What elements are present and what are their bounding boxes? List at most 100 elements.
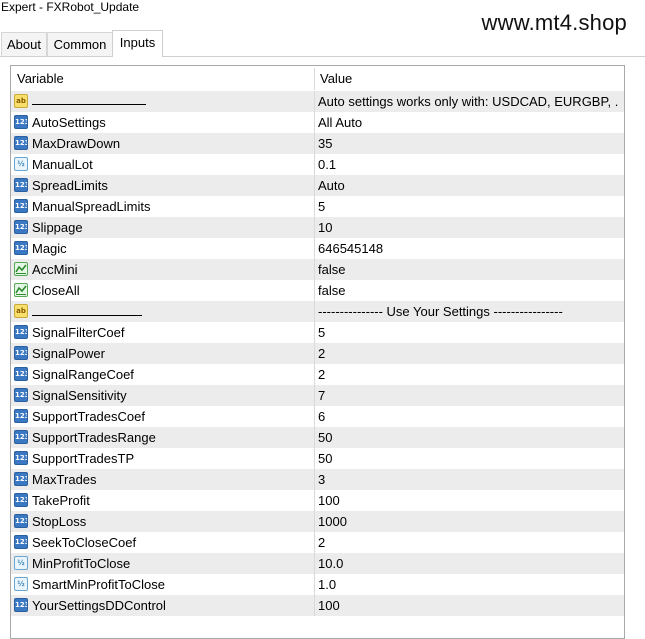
variable-name: TakeProfit [32,493,90,508]
variable-value[interactable]: 6 [318,406,618,427]
column-header-value[interactable]: Value [320,66,352,91]
variable-name: SignalFilterCoef [32,325,125,340]
variable-value[interactable]: Auto settings works only with: USDCAD, E… [318,91,618,112]
inputs-panel: Variable Value ab Auto settings works onl… [0,56,645,639]
variable-name [32,301,142,316]
double-type-icon: ½ [14,556,28,570]
variable-value[interactable]: All Auto [318,112,618,133]
cell-divider [314,217,315,238]
boolean-type-icon [14,262,28,276]
cell-divider [314,448,315,469]
variable-name: SupportTradesCoef [32,409,145,424]
boolean-type-icon [14,283,28,297]
variable-value[interactable]: 0.1 [318,154,618,175]
table-row[interactable]: 123 SignalFilterCoef 5 [11,322,624,343]
table-row[interactable]: 123 SupportTradesCoef 6 [11,406,624,427]
tab-about[interactable]: About [1,32,47,56]
variable-value[interactable]: false [318,259,618,280]
variable-value[interactable]: Auto [318,175,618,196]
table-row[interactable]: 123 StopLoss 1000 [11,511,624,532]
table-row[interactable]: CloseAll false [11,280,624,301]
table-row[interactable]: 123 SignalRangeCoef 2 [11,364,624,385]
cell-divider [314,406,315,427]
double-type-icon: ½ [14,577,28,591]
table-row[interactable]: 123 MaxDrawDown 35 [11,133,624,154]
integer-type-icon: 123 [14,325,28,339]
variable-value[interactable]: 646545148 [318,238,618,259]
table-row[interactable]: 123 SignalPower 2 [11,343,624,364]
variable-name: SignalPower [32,346,105,361]
variable-value[interactable]: 1000 [318,511,618,532]
variable-value[interactable]: 2 [318,532,618,553]
table-row[interactable]: ab --------------- Use Your Settings ----… [11,301,624,322]
variable-value[interactable]: 50 [318,427,618,448]
variable-value[interactable]: 100 [318,595,618,616]
variable-value[interactable]: 2 [318,343,618,364]
variable-name: YourSettingsDDControl [32,598,166,613]
cell-divider [314,532,315,553]
cell-divider [314,427,315,448]
variable-name: SupportTradesRange [32,430,156,445]
tab-inputs[interactable]: Inputs [112,30,163,57]
variable-value[interactable]: 5 [318,322,618,343]
cell-divider [314,280,315,301]
integer-type-icon: 123 [14,514,28,528]
variable-value[interactable]: 5 [318,196,618,217]
table-row[interactable]: ½ MinProfitToClose 10.0 [11,553,624,574]
variable-name: SignalRangeCoef [32,367,134,382]
variable-value[interactable]: false [318,280,618,301]
table-row[interactable]: 123 YourSettingsDDControl 100 [11,595,624,616]
variable-name: Magic [32,241,67,256]
tab-common[interactable]: Common [47,32,113,56]
cell-divider [314,385,315,406]
table-row[interactable]: 123 MaxTrades 3 [11,469,624,490]
column-header-variable[interactable]: Variable [17,66,64,91]
table-row[interactable]: 123 ManualSpreadLimits 5 [11,196,624,217]
integer-type-icon: 123 [14,346,28,360]
table-row[interactable]: 123 TakeProfit 100 [11,490,624,511]
tab-bar: About Common Inputs [0,30,645,57]
variable-value[interactable]: 1.0 [318,574,618,595]
variable-name: ManualSpreadLimits [32,199,151,214]
variable-name [32,91,146,105]
grid-rows: ab Auto settings works only with: USDCAD,… [11,91,624,616]
variable-value[interactable]: 35 [318,133,618,154]
table-row[interactable]: ab Auto settings works only with: USDCAD,… [11,91,624,112]
table-row[interactable]: 123 Slippage 10 [11,217,624,238]
table-row[interactable]: 123 SpreadLimits Auto [11,175,624,196]
cell-divider [314,91,315,112]
variable-value[interactable]: 7 [318,385,618,406]
table-row[interactable]: AccMini false [11,259,624,280]
integer-type-icon: 123 [14,367,28,381]
integer-type-icon: 123 [14,220,28,234]
table-row[interactable]: 123 SeekToCloseCoef 2 [11,532,624,553]
variable-value[interactable]: 3 [318,469,618,490]
integer-type-icon: 123 [14,136,28,150]
column-divider[interactable] [314,68,315,90]
table-row[interactable]: ½ SmartMinProfitToClose 1.0 [11,574,624,595]
grid-header: Variable Value [11,66,624,91]
string-type-icon: ab [14,304,28,318]
variable-value[interactable]: 100 [318,490,618,511]
cell-divider [314,574,315,595]
integer-type-icon: 123 [14,115,28,129]
table-row[interactable]: 123 AutoSettings All Auto [11,112,624,133]
cell-divider [314,343,315,364]
variable-value[interactable]: 50 [318,448,618,469]
variable-value[interactable]: 10 [318,217,618,238]
cell-divider [314,469,315,490]
cell-divider [314,196,315,217]
integer-type-icon: 123 [14,409,28,423]
variable-value[interactable]: --------------- Use Your Settings ------… [318,301,618,322]
table-row[interactable]: 123 SignalSensitivity 7 [11,385,624,406]
variable-name: ManualLot [32,157,93,172]
variable-name: SmartMinProfitToClose [32,577,165,592]
variable-value[interactable]: 10.0 [318,553,618,574]
integer-type-icon: 123 [14,451,28,465]
cell-divider [314,238,315,259]
variable-value[interactable]: 2 [318,364,618,385]
table-row[interactable]: 123 Magic 646545148 [11,238,624,259]
table-row[interactable]: ½ ManualLot 0.1 [11,154,624,175]
table-row[interactable]: 123 SupportTradesTP 50 [11,448,624,469]
table-row[interactable]: 123 SupportTradesRange 50 [11,427,624,448]
